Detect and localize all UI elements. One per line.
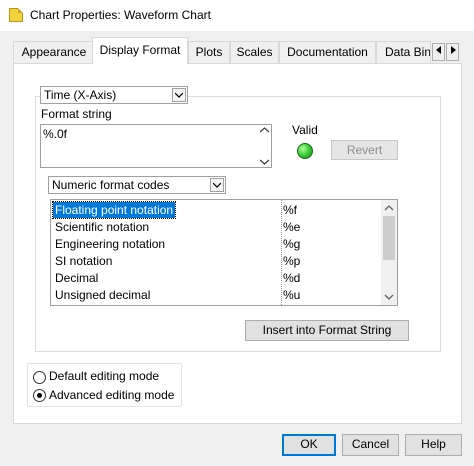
- tab-data-binding[interactable]: Data Bin: [376, 41, 431, 63]
- tab-scroll-right-button[interactable]: [446, 43, 459, 61]
- code-value: %g: [283, 237, 301, 251]
- default-editing-mode-label[interactable]: Default editing mode: [49, 369, 159, 383]
- chevron-up-icon[interactable]: [260, 127, 269, 133]
- tab-label: Appearance: [21, 45, 87, 59]
- ok-button[interactable]: OK: [282, 434, 336, 456]
- triangle-right-icon: [450, 46, 456, 54]
- tab-label: Plots: [195, 45, 223, 59]
- triangle-left-icon: [435, 46, 441, 54]
- scroll-down-button[interactable]: [381, 289, 397, 305]
- list-scrollbar[interactable]: [381, 200, 397, 305]
- revert-button[interactable]: Revert: [331, 140, 398, 160]
- help-button[interactable]: Help: [405, 434, 462, 456]
- format-codes-select-value: Numeric format codes: [52, 178, 170, 192]
- format-string-field[interactable]: %.0f: [40, 124, 272, 168]
- code-value: %e: [283, 220, 301, 234]
- scroll-thumb[interactable]: [383, 216, 395, 260]
- code-value: %u: [283, 288, 301, 302]
- code-name: SI notation: [55, 254, 113, 268]
- valid-led-indicator: [297, 143, 313, 159]
- scroll-up-button[interactable]: [381, 200, 397, 216]
- insert-button-label: Insert into Format String: [262, 323, 392, 337]
- title-bar[interactable]: Chart Properties: Waveform Chart: [0, 0, 474, 31]
- insert-into-format-string-button[interactable]: Insert into Format String: [245, 320, 409, 341]
- tab-scroll-left-button[interactable]: [432, 43, 445, 61]
- chevron-down-icon: [384, 294, 394, 300]
- list-item[interactable]: SI notation %p: [53, 253, 381, 270]
- axis-select[interactable]: Time (X-Axis): [40, 86, 188, 104]
- chevron-down-icon: [210, 178, 224, 192]
- list-item[interactable]: Scientific notation %e: [53, 219, 381, 236]
- code-name: Floating point notation: [51, 201, 177, 219]
- code-name: Engineering notation: [55, 237, 166, 251]
- cancel-button[interactable]: Cancel: [342, 434, 399, 456]
- advanced-editing-mode-radio[interactable]: [33, 389, 46, 402]
- list-item[interactable]: Engineering notation %g: [53, 236, 381, 253]
- advanced-editing-mode-label[interactable]: Advanced editing mode: [49, 388, 174, 402]
- chevron-down-icon: [172, 88, 186, 102]
- tab-label: Data Bin: [385, 45, 431, 59]
- axis-select-value: Time (X-Axis): [44, 88, 117, 102]
- format-codes-select[interactable]: Numeric format codes: [48, 176, 226, 194]
- tab-label: Scales: [236, 45, 273, 59]
- code-value: %p: [283, 254, 301, 268]
- format-string-value: %.0f: [43, 127, 68, 141]
- chevron-up-icon: [384, 205, 394, 211]
- chevron-down-icon[interactable]: [260, 159, 269, 165]
- tab-label: Display Format: [99, 43, 181, 57]
- code-name: Decimal: [55, 271, 99, 285]
- code-value: %f: [283, 203, 298, 217]
- list-item[interactable]: Floating point notation %f: [51, 201, 381, 219]
- labview-app-icon: [9, 8, 23, 22]
- window-title: Chart Properties: Waveform Chart: [30, 8, 211, 22]
- list-item[interactable]: Unsigned decimal %u: [53, 287, 381, 304]
- format-codes-list[interactable]: Floating point notation %f Scientific no…: [50, 199, 398, 306]
- tab-plots[interactable]: Plots: [188, 41, 230, 63]
- cancel-button-label: Cancel: [351, 437, 390, 451]
- tab-documentation[interactable]: Documentation: [279, 41, 376, 63]
- radio-selected-dot: [37, 393, 42, 398]
- format-string-label: Format string: [41, 107, 112, 121]
- code-name: Unsigned decimal: [55, 288, 151, 302]
- tab-label: Documentation: [287, 45, 368, 59]
- ok-button-label: OK: [300, 437, 318, 451]
- tab-display-format[interactable]: Display Format: [92, 37, 188, 64]
- default-editing-mode-radio[interactable]: [33, 371, 46, 384]
- tab-appearance[interactable]: Appearance: [13, 41, 95, 63]
- code-value: %d: [283, 271, 301, 285]
- tab-scales[interactable]: Scales: [230, 41, 279, 63]
- valid-label: Valid: [292, 123, 318, 137]
- help-button-label: Help: [421, 437, 446, 451]
- revert-button-label: Revert: [346, 143, 383, 157]
- list-item[interactable]: Decimal %d: [53, 270, 381, 287]
- code-name: Scientific notation: [55, 220, 150, 234]
